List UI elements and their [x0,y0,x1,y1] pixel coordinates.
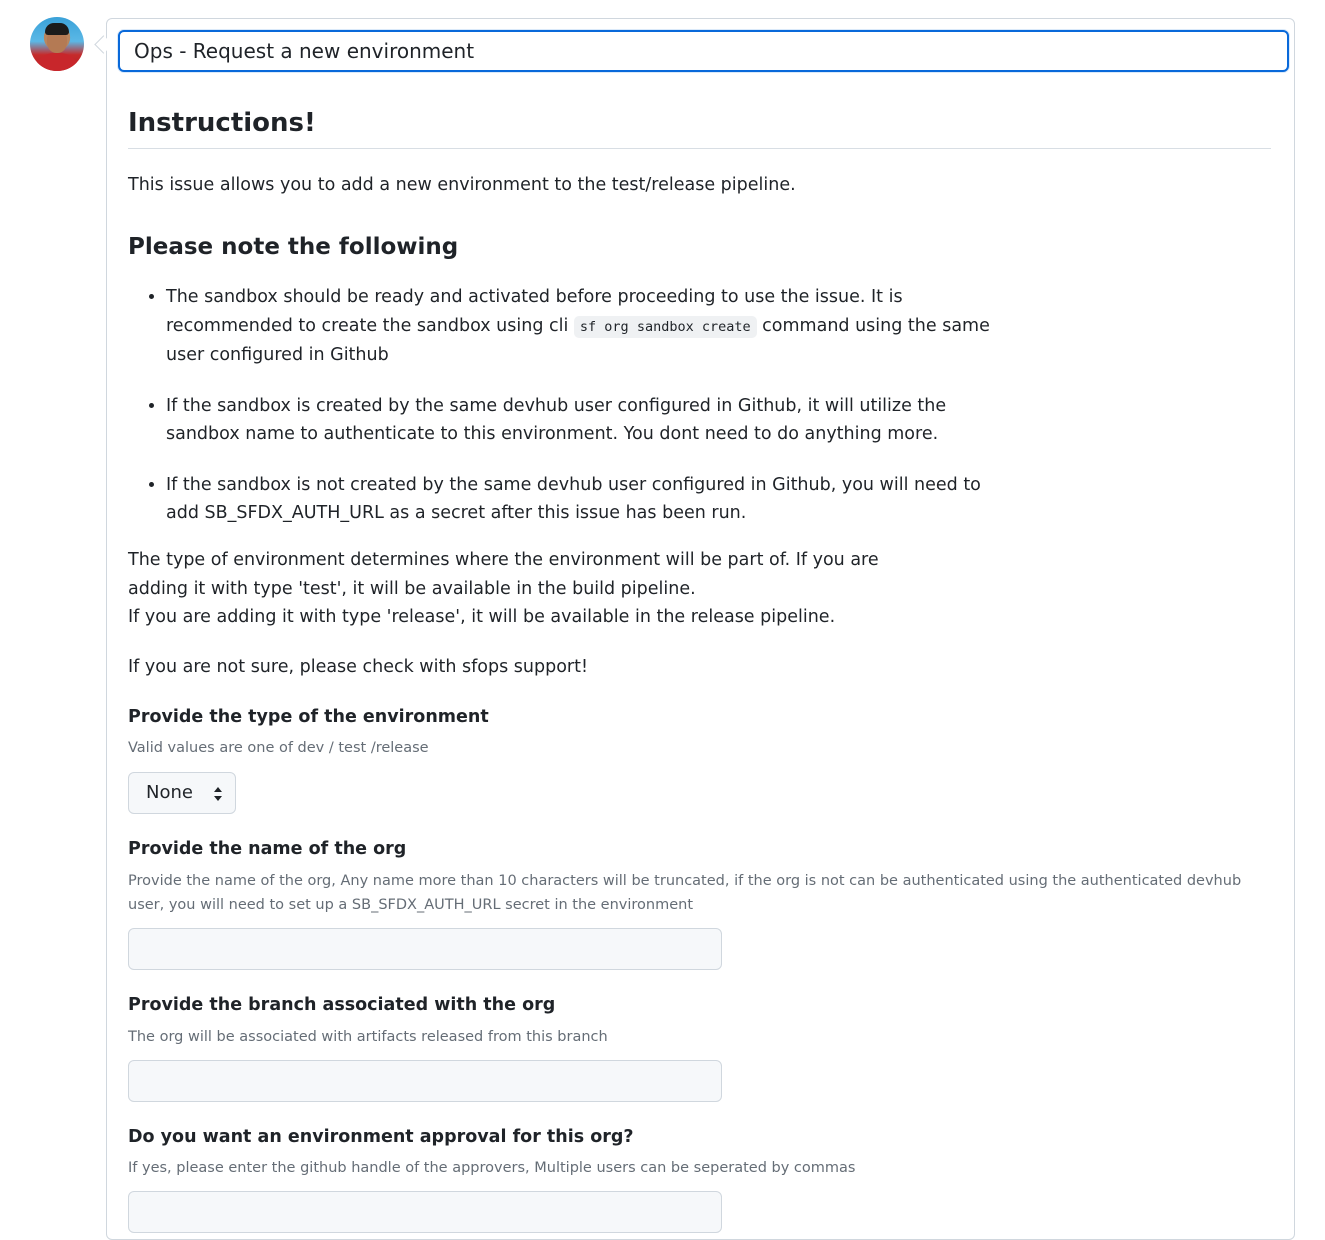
instructions-heading: Instructions! [128,96,1271,149]
support-paragraph: If you are not sure, please check with s… [128,657,588,677]
list-item: If the sandbox is not created by the sam… [166,471,996,528]
issue-body: Instructions! This issue allows you to a… [128,96,1271,1233]
notes-list: The sandbox should be ready and activate… [128,283,996,550]
avatar-shirt [34,53,80,71]
org-name-help: Provide the name of the org, Any name mo… [128,873,1242,913]
environment-type-paragraph: The type of environment determines where… [128,546,888,632]
approvers-input[interactable] [128,1191,722,1233]
env-type-selected-value: None [146,782,193,803]
avatar[interactable] [30,17,84,71]
env-type-label: Provide the type of the environment [128,707,489,727]
approval-label: Do you want an environment approval for … [128,1127,634,1147]
note-2-text: If the sandbox is created by the same de… [166,395,947,445]
cli-command-code: sf org sandbox create [573,315,757,338]
org-name-input[interactable] [128,928,722,970]
avatar-hair [45,23,69,35]
env-type-select[interactable]: None [128,772,236,814]
type-paragraph-line-1: The type of environment determines where… [128,550,879,599]
approval-help: If yes, please enter the github handle o… [128,1160,856,1176]
type-paragraph-line-2: If you are adding it with type 'release'… [128,607,836,627]
list-item: If the sandbox is created by the same de… [166,392,996,449]
env-type-help: Valid values are one of dev / test /rele… [128,740,429,756]
notes-heading: Please note the following [128,234,459,260]
note-3-text: If the sandbox is not created by the sam… [166,474,981,524]
branch-label: Provide the branch associated with the o… [128,995,556,1015]
branch-help: The org will be associated with artifact… [128,1029,608,1045]
org-name-label: Provide the name of the org [128,839,407,859]
list-item: The sandbox should be ready and activate… [166,283,996,370]
sort-arrows-icon [214,787,222,801]
issue-title-input[interactable] [118,30,1289,72]
intro-paragraph: This issue allows you to add a new envir… [128,175,796,195]
branch-input[interactable] [128,1060,722,1102]
